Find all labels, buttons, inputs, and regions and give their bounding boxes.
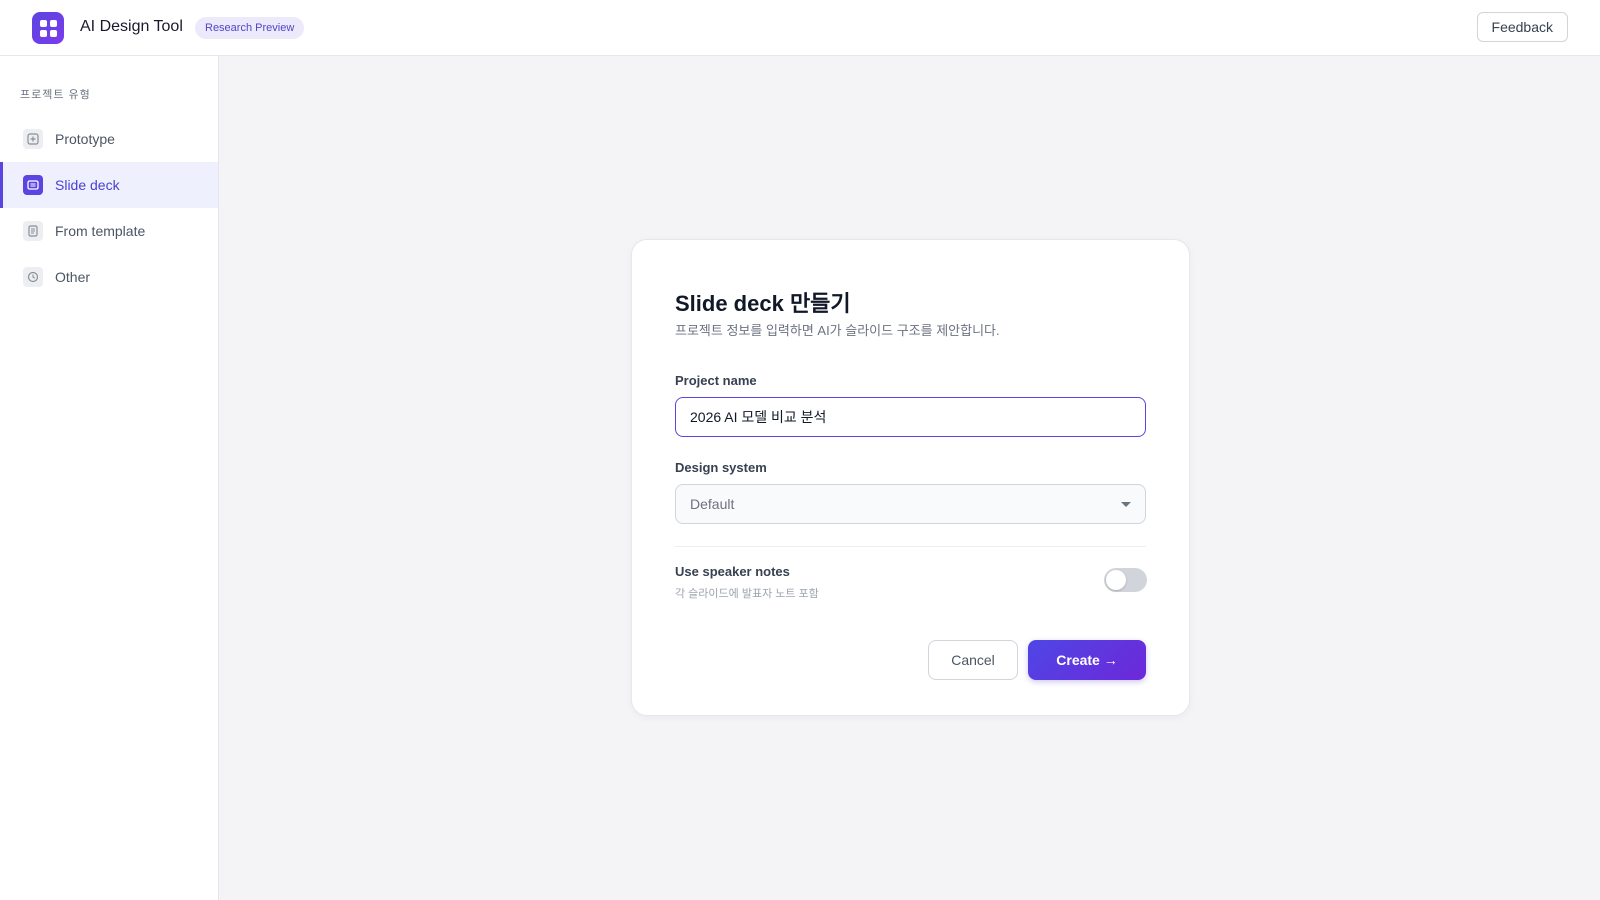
speaker-notes-description: 각 슬라이드에 발표자 노트 포함 [675,588,819,600]
design-system-select[interactable]: Default [675,484,1146,524]
speaker-notes-title: Use speaker notes [675,564,790,579]
grid-icon[interactable] [32,12,64,44]
project-name-label: Project name [675,373,757,388]
design-system-value: Default [690,496,735,512]
cancel-button[interactable]: Cancel [928,640,1018,680]
clock-icon [23,267,43,287]
sidebar-item-label: From template [55,223,146,239]
divider [675,546,1146,547]
chevron-down-icon [1121,502,1131,507]
plus-square-icon [23,129,43,149]
sidebar-item-label: Prototype [55,131,115,147]
slides-icon [23,175,43,195]
dialog-title: Slide deck 만들기 [675,291,851,316]
create-slide-deck-dialog: Slide deck 만들기 프로젝트 정보를 입력하면 AI가 슬라이드 구조… [631,239,1190,716]
sidebar-item-prototype[interactable]: Prototype [0,116,218,162]
create-button[interactable]: Create → [1028,640,1146,680]
sidebar-item-label: Slide deck [55,177,120,193]
app-title: AI Design Tool [80,18,183,35]
sidebar-item-other[interactable]: Other [0,254,218,300]
document-icon [23,221,43,241]
speaker-notes-toggle[interactable] [1104,568,1147,592]
research-preview-badge: Research Preview [195,17,305,39]
dialog-subtitle: 프로젝트 정보를 입력하면 AI가 슬라이드 구조를 제안합니다. [675,323,1000,338]
design-system-label: Design system [675,460,767,475]
sidebar-item-from-template[interactable]: From template [0,208,218,254]
sidebar-item-slide-deck[interactable]: Slide deck [0,162,218,208]
toggle-knob [1106,570,1126,590]
feedback-button[interactable]: Feedback [1476,12,1568,42]
sidebar: 프로젝트 유형 Prototype Slide deck From templa… [0,56,219,900]
top-bar: AI Design Tool Research Preview Feedback [0,0,1600,56]
sidebar-item-label: Other [55,269,91,285]
sidebar-heading: 프로젝트 유형 [20,89,91,101]
project-name-input[interactable] [675,397,1146,437]
